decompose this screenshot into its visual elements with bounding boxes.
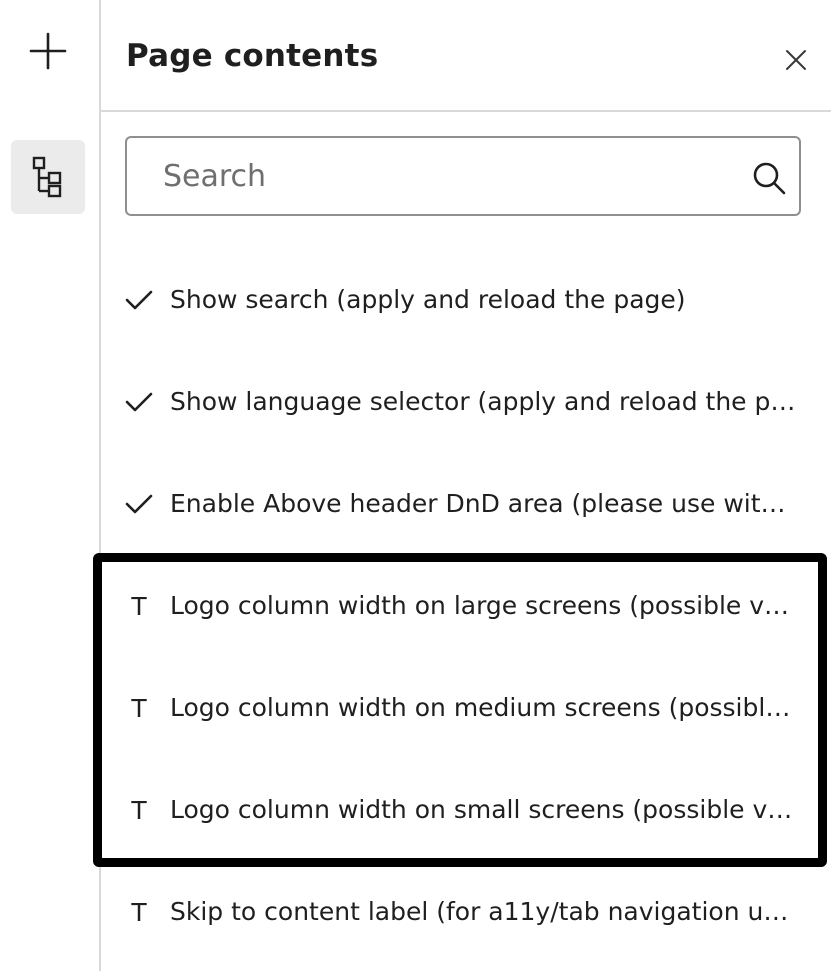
app: Page contents Sho [0,0,831,971]
list-item-label: Logo column width on small screens (poss… [170,795,798,824]
list-item-label: Show search (apply and reload the page) [170,285,686,314]
text-icon-glyph: T [131,897,147,927]
left-rail [0,0,101,971]
list-item[interactable]: T Skip to content label (for a11y/tab na… [101,862,831,964]
list-item-label: Logo column width on large screens (poss… [170,591,798,620]
list-item[interactable]: T Logo column width on medium screens (p… [101,658,831,760]
list-item[interactable]: Show language selector (apply and reload… [101,352,831,454]
add-button[interactable] [11,14,85,88]
check-icon [125,286,153,314]
list-item-label: Logo column width on medium screens (pos… [170,693,798,722]
text-icon: T [125,796,153,824]
list-item[interactable]: Enable Above header DnD area (please use… [101,454,831,556]
check-icon [125,490,153,518]
text-icon: T [125,898,153,926]
list-item-label: Skip to content label (for a11y/tab navi… [170,897,798,926]
list-item-label: Show language selector (apply and reload… [170,387,798,416]
panel-header: Page contents [101,0,831,112]
page-contents-panel: Page contents Sho [101,0,831,971]
tree-structure-icon [32,156,62,198]
page-contents-button[interactable] [11,140,85,214]
close-icon [786,50,806,70]
text-icon: T [125,694,153,722]
list-item[interactable]: Show search (apply and reload the page) [101,250,831,352]
panel-title: Page contents [126,38,379,74]
list-item-label: Enable Above header DnD area (please use… [170,489,798,518]
search-box [125,136,801,216]
text-icon: T [125,592,153,620]
plus-icon [29,32,67,70]
list-item[interactable]: T Logo column width on small screens (po… [101,760,831,862]
text-icon-glyph: T [131,795,147,825]
text-icon-glyph: T [131,693,147,723]
list-item[interactable]: T Logo column width on large screens (po… [101,556,831,658]
search-input[interactable] [129,140,729,212]
text-icon-glyph: T [131,591,147,621]
close-button[interactable] [779,43,813,77]
check-icon [125,388,153,416]
search-icon[interactable] [751,160,787,196]
